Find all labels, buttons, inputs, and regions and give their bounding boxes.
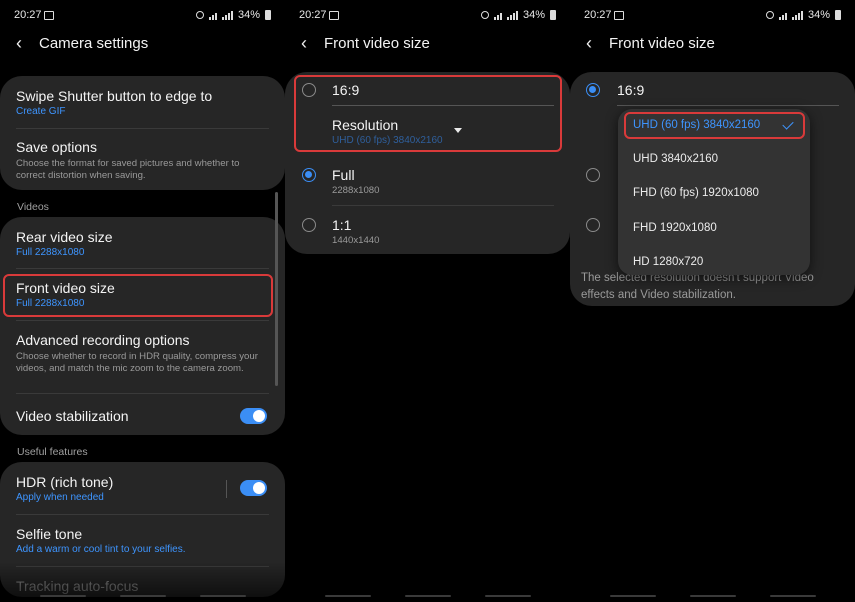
nav-bar [0, 595, 285, 598]
advanced-recording-title: Advanced recording options [16, 332, 190, 348]
status-bar: 20:27 34% [285, 0, 570, 30]
alarm-icon [195, 11, 204, 19]
back-arrow-icon[interactable]: ‹ [586, 33, 592, 53]
rear-video-size-setting[interactable]: Rear video size Full 2288x1080 [16, 229, 269, 258]
useful-features-card: HDR (rich tone) Apply when needed Selfie… [0, 462, 285, 597]
hdr-setting[interactable]: HDR (rich tone) Apply when needed [16, 474, 269, 503]
video-stabilization-setting[interactable]: Video stabilization [16, 408, 269, 424]
signal-icon [791, 10, 803, 20]
signal-icon [506, 10, 518, 20]
option-16-9-label: 16:9 [617, 82, 645, 98]
signal-icon [221, 10, 233, 20]
scrollbar[interactable] [275, 192, 278, 386]
option-1-1-label: 1:1 [332, 217, 352, 233]
divider [16, 268, 269, 269]
option-full-label: Full [332, 167, 355, 183]
gallery-notification-icon [44, 11, 54, 20]
battery-percent: 34% [807, 9, 830, 21]
front-video-size-screen: 20:27 34% ‹ Front video size 16:9 Resolu… [285, 0, 570, 602]
gallery-notification-icon [614, 11, 624, 20]
useful-features-header: Useful features [17, 446, 88, 458]
divider [16, 128, 269, 129]
front-video-size-highlight [3, 274, 273, 317]
resolution-option-hd[interactable]: HD 1280x720 [633, 256, 703, 268]
resolution-option-uhd[interactable]: UHD 3840x2160 [633, 153, 718, 165]
nav-bar [570, 595, 855, 598]
alarm-icon [765, 11, 774, 19]
battery-icon [265, 10, 271, 20]
save-options-desc: Choose the format for saved pictures and… [16, 158, 240, 181]
option-1-1-sub: 1440x1440 [332, 235, 380, 246]
shutter-save-card: Swipe Shutter button to edge to Create G… [0, 76, 285, 190]
selfie-tone-title: Selfie tone [16, 526, 83, 542]
videos-section-header: Videos [17, 201, 49, 213]
page-title: Camera settings [39, 35, 149, 52]
hdr-title: HDR (rich tone) [16, 474, 114, 490]
radio-16-9[interactable] [586, 83, 600, 97]
resolution-option-fhd-60[interactable]: FHD (60 fps) 1920x1080 [633, 187, 759, 199]
radio-1-1[interactable] [586, 218, 600, 232]
swipe-shutter-value: Create GIF [16, 106, 66, 117]
app-bar: ‹ Camera settings [0, 30, 285, 58]
alarm-icon [480, 11, 489, 19]
back-arrow-icon[interactable]: ‹ [301, 33, 307, 53]
divider [16, 514, 269, 515]
option-1-1[interactable]: 1:1 1440x1440 [332, 217, 554, 247]
selected-option-highlight [624, 112, 805, 139]
selfie-tone-setting[interactable]: Selfie tone Add a warm or cool tint to y… [16, 526, 269, 555]
hdr-value: Apply when needed [16, 492, 104, 503]
status-time: 20:27 [14, 9, 42, 21]
option-full[interactable]: Full 2288x1080 [332, 167, 554, 197]
selfie-tone-value: Add a warm or cool tint to your selfies. [16, 544, 186, 555]
resolution-dropdown-screen: 20:27 34% ‹ Front video size 16:9 The se… [570, 0, 855, 602]
resolution-highlight [294, 75, 562, 152]
vertical-separator [226, 480, 227, 498]
video-settings-card: Rear video size Full 2288x1080 Front vid… [0, 217, 285, 435]
radio-1-1[interactable] [302, 218, 316, 232]
page-title: Front video size [324, 35, 430, 52]
video-stabilization-toggle[interactable] [240, 408, 267, 424]
gallery-notification-icon [329, 11, 339, 20]
battery-icon [550, 10, 556, 20]
video-stabilization-title: Video stabilization [16, 408, 129, 424]
advanced-recording-desc: Choose whether to record in HDR quality,… [16, 351, 258, 374]
swipe-shutter-title: Swipe Shutter button to edge to [16, 88, 213, 104]
tracking-af-title: Tracking auto-focus [16, 578, 139, 594]
status-time: 20:27 [299, 9, 327, 21]
battery-percent: 34% [522, 9, 545, 21]
battery-icon [835, 10, 841, 20]
tracking-af-setting[interactable]: Tracking auto-focus [16, 578, 269, 594]
wifi-icon [208, 11, 217, 20]
divider [16, 320, 269, 321]
save-options-setting[interactable]: Save options Choose the format for saved… [16, 139, 269, 182]
rear-video-size-title: Rear video size [16, 229, 113, 245]
divider [16, 566, 269, 567]
camera-settings-screen: 20:27 34% ‹ Camera settings Swipe Shutte… [0, 0, 285, 602]
save-options-title: Save options [16, 139, 97, 155]
wifi-icon [493, 11, 502, 20]
divider [617, 105, 839, 106]
status-bar: 20:27 34% [570, 0, 855, 30]
resolution-option-fhd[interactable]: FHD 1920x1080 [633, 222, 717, 234]
unsupported-note-text: The selected resolution doesn't support … [581, 272, 814, 301]
option-16-9[interactable]: 16:9 [617, 82, 839, 98]
divider [332, 205, 554, 206]
app-bar: ‹ Front video size [285, 30, 570, 58]
page-title: Front video size [609, 35, 715, 52]
swipe-shutter-setting[interactable]: Swipe Shutter button to edge to Create G… [16, 88, 269, 117]
advanced-recording-setting[interactable]: Advanced recording options Choose whethe… [16, 332, 269, 375]
radio-full[interactable] [302, 168, 316, 182]
hdr-toggle[interactable] [240, 480, 267, 496]
back-arrow-icon[interactable]: ‹ [16, 33, 22, 53]
app-bar: ‹ Front video size [570, 30, 855, 58]
option-full-sub: 2288x1080 [332, 185, 380, 196]
rear-video-size-value: Full 2288x1080 [16, 247, 85, 258]
radio-full[interactable] [586, 168, 600, 182]
divider [16, 393, 269, 394]
nav-bar [285, 595, 570, 598]
status-time: 20:27 [584, 9, 612, 21]
status-bar: 20:27 34% [0, 0, 285, 30]
wifi-icon [778, 11, 787, 20]
battery-percent: 34% [237, 9, 260, 21]
